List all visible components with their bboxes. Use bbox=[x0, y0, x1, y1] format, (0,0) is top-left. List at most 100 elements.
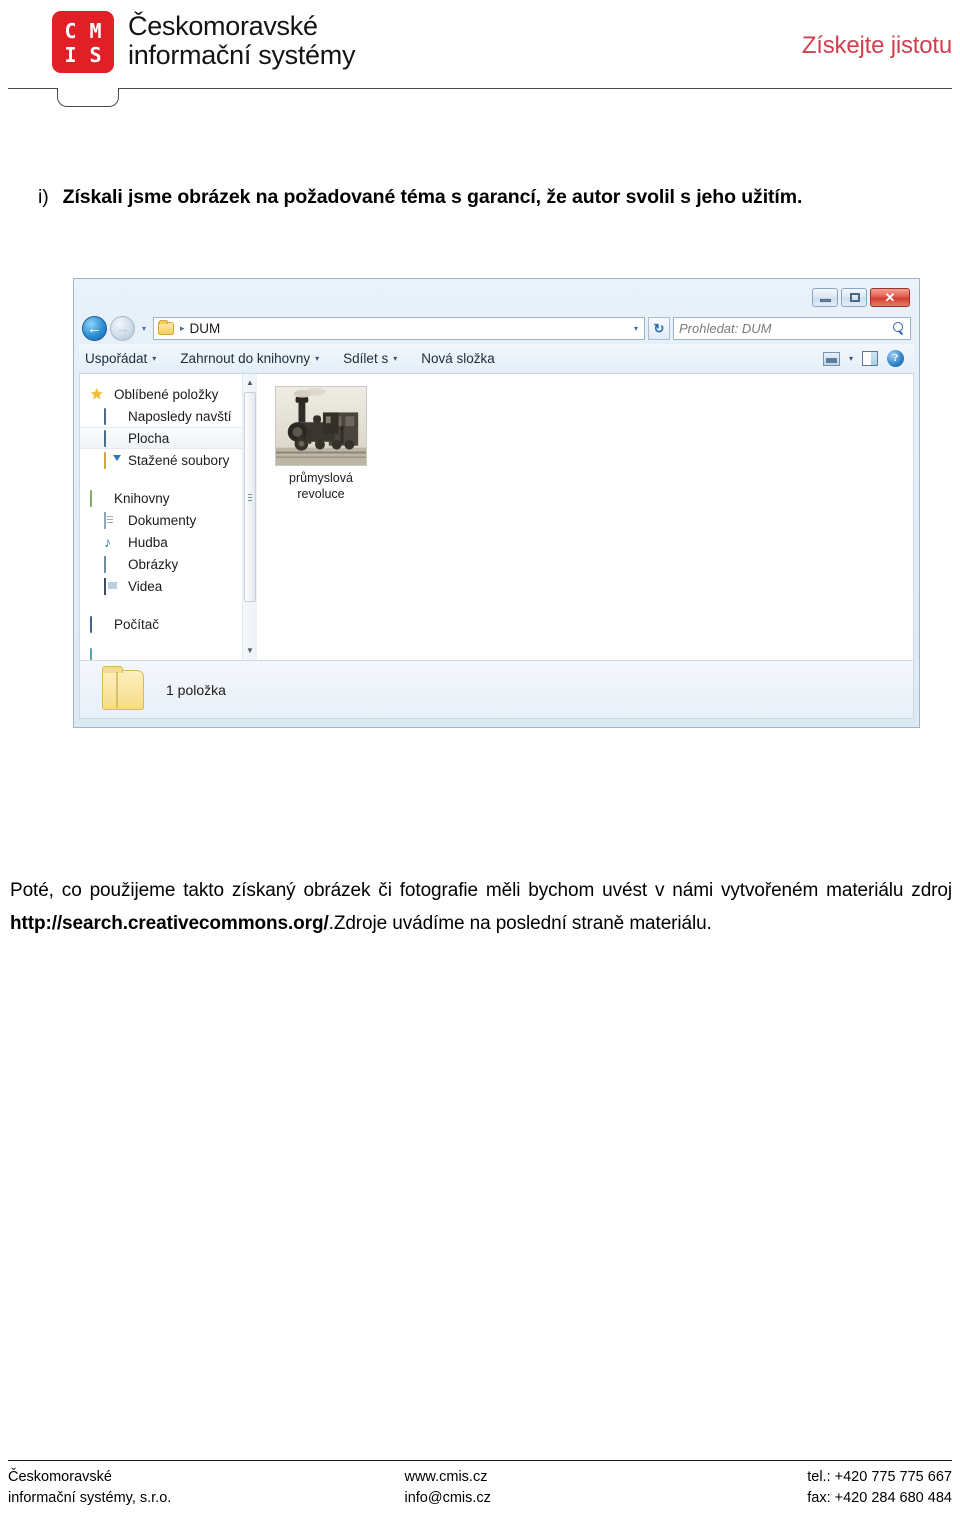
back-button[interactable]: ← bbox=[82, 316, 107, 341]
nav-label: Dokumenty bbox=[128, 512, 197, 528]
logo-letter-s: S bbox=[89, 43, 102, 67]
nav-item-network-partial[interactable] bbox=[90, 648, 107, 660]
scroll-up-arrow-icon[interactable]: ▲ bbox=[243, 376, 257, 390]
footer-divider bbox=[8, 1460, 952, 1461]
pictures-icon bbox=[104, 555, 121, 573]
folder-icon bbox=[158, 320, 174, 335]
minimize-icon bbox=[820, 299, 831, 302]
company-logo: C M I S Českomoravské informační systémy bbox=[52, 8, 355, 73]
nav-item-music[interactable]: ♪ Hudba bbox=[80, 531, 242, 553]
chevron-down-icon: ▾ bbox=[315, 354, 320, 363]
logo-text-line2: informační systémy bbox=[128, 39, 356, 70]
search-placeholder: Prohledat: DUM bbox=[679, 321, 772, 336]
breadcrumb-separator: ▸ bbox=[180, 323, 185, 333]
window-controls: ✕ bbox=[812, 288, 910, 307]
intro-text: Získali jsme obrázek na požadované téma … bbox=[62, 186, 803, 208]
body-text-part2: .Zdroje uvádíme na poslední straně mater… bbox=[328, 913, 712, 935]
nav-label: Knihovny bbox=[114, 490, 170, 506]
file-list-pane[interactable]: průmyslová revoluce bbox=[257, 374, 913, 660]
body-paragraph: Poté, co použijeme takto získaný obrázek… bbox=[10, 874, 952, 940]
nav-item-documents[interactable]: Dokumenty bbox=[80, 509, 242, 531]
nav-item-videos[interactable]: Videa bbox=[80, 575, 242, 597]
cmis-logo-mark: C M I S bbox=[52, 11, 114, 73]
navigation-pane-scrollbar[interactable]: ▲ ▼ bbox=[242, 374, 257, 660]
footer-telephone: tel.: +420 775 775 667 bbox=[807, 1469, 952, 1485]
address-dropdown-caret[interactable]: ▾ bbox=[634, 324, 640, 333]
file-label-line2: revoluce bbox=[297, 486, 345, 501]
file-label: průmyslová revoluce bbox=[271, 471, 371, 502]
forward-arrow-icon: → bbox=[115, 320, 130, 337]
breadcrumb-path[interactable]: DUM bbox=[190, 321, 221, 336]
logo-text-line1: Českomoravské bbox=[128, 11, 318, 41]
toolbar-organize[interactable]: Uspořádat ▾ bbox=[85, 351, 156, 366]
steam-locomotive-photo bbox=[276, 387, 366, 465]
header-tab-notch bbox=[57, 88, 119, 107]
maximize-button[interactable] bbox=[841, 288, 867, 307]
scroll-down-arrow-icon[interactable]: ▼ bbox=[243, 644, 257, 658]
minimize-button[interactable] bbox=[812, 288, 838, 307]
change-view-icon[interactable] bbox=[822, 351, 840, 366]
nav-label: Počítač bbox=[114, 616, 160, 632]
toolbar-share-with[interactable]: Sdílet s ▾ bbox=[343, 351, 397, 366]
toolbar-right-group: ▾ ? bbox=[822, 350, 908, 367]
videos-icon bbox=[104, 577, 121, 595]
toolbar-new-folder[interactable]: Nová složka bbox=[421, 351, 495, 366]
nav-label: Naposledy navští bbox=[128, 408, 232, 424]
logo-letter-i: I bbox=[64, 43, 77, 67]
nav-label: Videa bbox=[128, 578, 163, 594]
recent-places-icon bbox=[104, 407, 121, 425]
back-arrow-icon: ← bbox=[87, 320, 102, 337]
downloads-icon bbox=[104, 451, 121, 469]
explorer-window: ✕ ← → ▾ ▸ DUM ▾ ↻ Prohledat: DUM Uspořád… bbox=[73, 278, 920, 728]
nav-label: Plocha bbox=[128, 430, 170, 446]
logo-letter-m: M bbox=[89, 19, 102, 43]
computer-icon bbox=[90, 615, 107, 633]
navigation-pane: ★ Oblíbené položky Naposledy navští Ploc… bbox=[80, 374, 242, 660]
refresh-button[interactable]: ↻ bbox=[648, 317, 670, 340]
file-label-line1: průmyslová bbox=[289, 471, 353, 485]
nav-group-computer[interactable]: Počítač bbox=[80, 613, 242, 635]
scrollbar-thumb[interactable] bbox=[244, 392, 256, 602]
address-bar[interactable]: ▸ DUM ▾ bbox=[153, 317, 645, 340]
footer-email[interactable]: info@cmis.cz bbox=[404, 1488, 687, 1509]
nav-label: Hudba bbox=[128, 534, 168, 550]
toolbar-share-label: Sdílet s bbox=[343, 351, 389, 366]
intro-paragraph: i) Získali jsme obrázek na požadované tém… bbox=[38, 184, 958, 212]
nav-item-recent-places[interactable]: Naposledy navští bbox=[80, 405, 242, 427]
toolbar-organize-label: Uspořádat bbox=[85, 351, 148, 366]
nav-group-libraries[interactable]: Knihovny bbox=[80, 487, 242, 509]
scrollbar-grip-icon bbox=[248, 494, 252, 501]
file-thumbnail bbox=[275, 386, 367, 466]
chevron-down-icon: ▾ bbox=[152, 354, 157, 363]
status-item-count: 1 položka bbox=[166, 681, 226, 698]
address-bar-row: ← → ▾ ▸ DUM ▾ ↻ Prohledat: DUM bbox=[79, 313, 914, 344]
nav-item-desktop[interactable]: Plocha bbox=[80, 427, 242, 449]
toolbar-include-in-library[interactable]: Zahrnout do knihovny ▾ bbox=[180, 351, 319, 366]
toolbar-include-label: Zahrnout do knihovny bbox=[180, 351, 311, 366]
chevron-down-icon: ▾ bbox=[393, 354, 398, 363]
logo-letter-c: C bbox=[64, 19, 77, 43]
nav-label: Obrázky bbox=[128, 556, 179, 572]
body-text-part1: Poté, co použijeme takto získaný obrázek… bbox=[10, 880, 952, 901]
recent-locations-dropdown[interactable]: ▾ bbox=[138, 324, 150, 333]
close-button[interactable]: ✕ bbox=[870, 288, 910, 307]
search-icon bbox=[892, 322, 905, 335]
source-url: http://search.creativecommons.org/ bbox=[10, 913, 329, 935]
chevron-down-icon[interactable]: ▾ bbox=[849, 354, 853, 363]
file-item[interactable]: průmyslová revoluce bbox=[271, 386, 371, 502]
logo-wordmark: Českomoravské informační systémy bbox=[128, 8, 355, 69]
nav-group-favorites[interactable]: ★ Oblíbené položky bbox=[80, 383, 242, 405]
footer-fax: fax: +420 284 680 484 bbox=[807, 1490, 952, 1507]
footer-phone-contacts: tel.: +420 775 775 667 fax: +420 284 680… bbox=[688, 1463, 952, 1515]
footer-website[interactable]: www.cmis.cz bbox=[404, 1467, 687, 1488]
music-icon: ♪ bbox=[104, 533, 111, 550]
help-icon[interactable]: ? bbox=[887, 350, 904, 367]
search-input[interactable]: Prohledat: DUM bbox=[673, 317, 911, 340]
nav-item-pictures[interactable]: Obrázky bbox=[80, 553, 242, 575]
preview-pane-icon[interactable] bbox=[862, 351, 878, 366]
nav-item-downloads[interactable]: Stažené soubory bbox=[80, 449, 242, 471]
libraries-icon bbox=[90, 489, 107, 507]
forward-button[interactable]: → bbox=[110, 316, 135, 341]
toolbar-new-folder-label: Nová složka bbox=[421, 351, 495, 366]
maximize-icon bbox=[850, 293, 860, 302]
